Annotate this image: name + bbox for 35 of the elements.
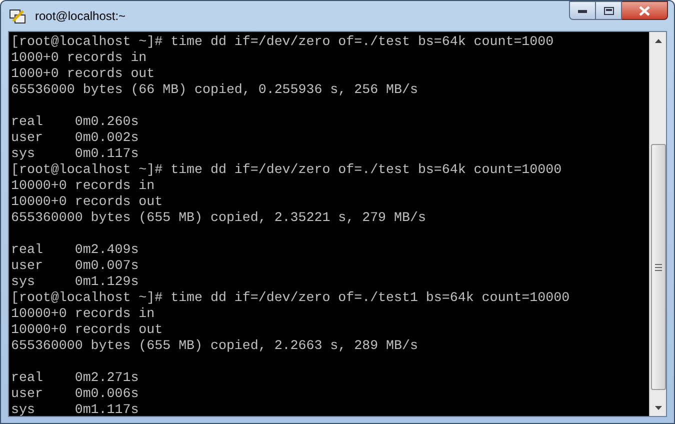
scrollbar[interactable] [649,32,666,416]
timing-line: user 0m0.007s [11,258,139,274]
command-line: [root@localhost ~]# time dd if=/dev/zero of=./test1 bs=64k count=10000 [11,290,570,306]
close-icon [639,6,650,16]
maximize-icon [604,6,614,14]
terminal-screen[interactable] [9,32,649,416]
output-line: 1000+0 records out [11,66,155,82]
output-line: 1000+0 records in [11,50,147,66]
output-line: 10000+0 records in [11,178,155,194]
minimize-icon [578,8,587,12]
output-line: 10000+0 records in [11,306,155,322]
command-line: [root@localhost ~]# time dd if=/dev/zero of=./test bs=64k count=10000 [11,162,562,178]
timing-line: real 0m2.271s [11,370,139,386]
output-line: 10000+0 records out [11,194,163,210]
timing-line: real 0m0.260s [11,114,139,130]
output-line: 655360000 bytes (655 MB) copied, 2.35221 s, 279 MB/s [11,210,426,226]
maximize-button[interactable] [596,1,622,20]
timing-line: user 0m0.002s [11,130,139,146]
scrollbar-thumb[interactable] [650,144,666,390]
minimize-button[interactable] [569,1,596,20]
output-line: 10000+0 records out [11,322,163,338]
timing-line: user 0m0.006s [11,386,139,402]
terminal-app-icon [9,7,27,25]
command-line: [root@localhost ~]# time dd if=/dev/zero of=./test bs=64k count=1000 [11,34,554,50]
output-line: 65536000 bytes (66 MB) copied, 0.255936 s, 256 MB/s [11,82,418,98]
scroll-down-arrow-icon[interactable] [654,406,662,410]
grip-icon [654,264,662,270]
window-title: root@localhost:~ [35,8,126,25]
timing-line: real 0m2.409s [11,242,139,258]
timing-line: sys 0m0.117s [11,146,139,162]
timing-line: sys 0m1.129s [11,274,139,290]
scroll-up-arrow-icon[interactable] [654,39,662,43]
timing-line: sys 0m1.117s [11,402,139,416]
output-line: 655360000 bytes (655 MB) copied, 2.2663 s, 289 MB/s [11,338,418,354]
close-button[interactable] [622,1,668,20]
